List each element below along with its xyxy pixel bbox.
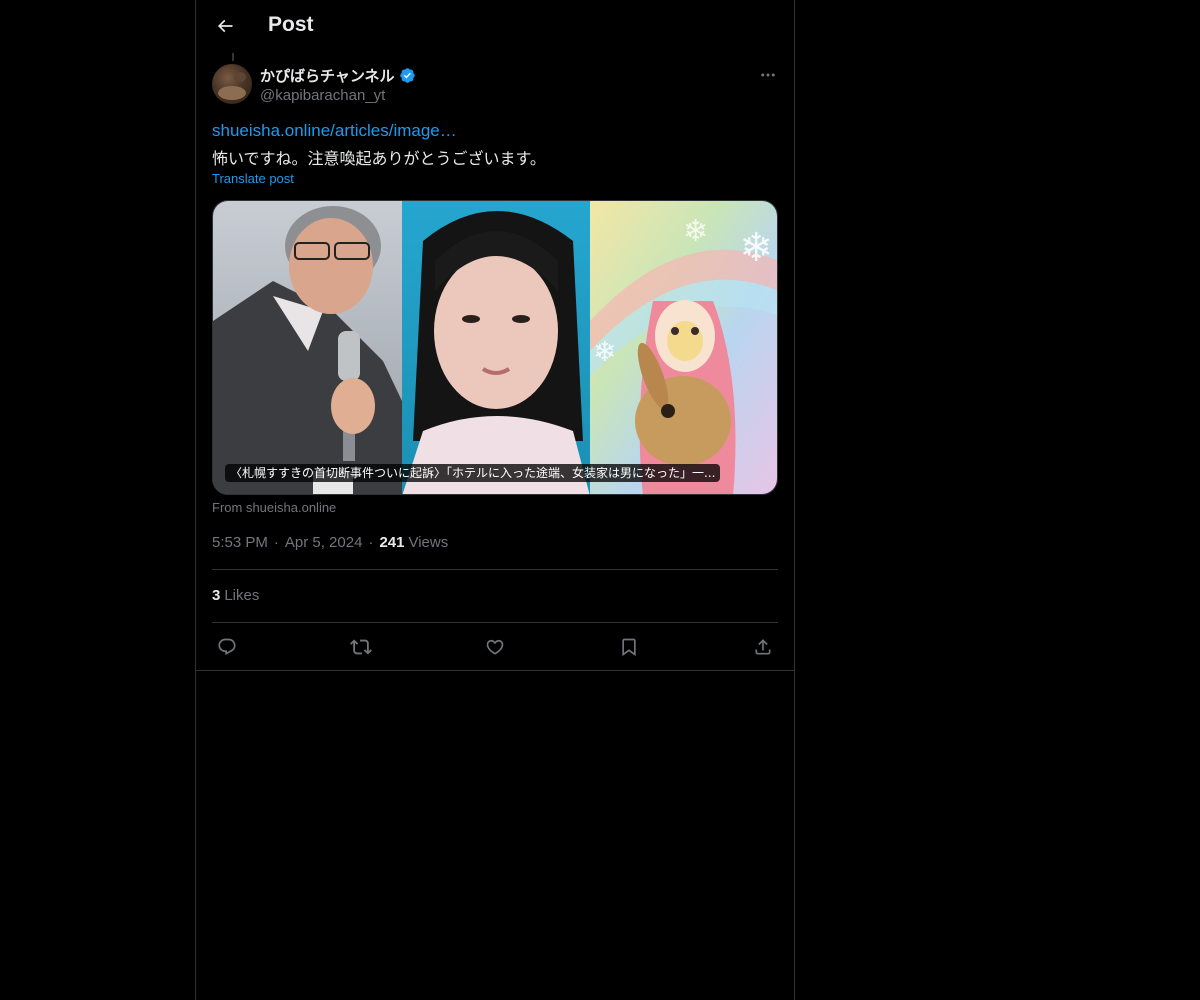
verified-badge-icon — [399, 68, 415, 83]
more-dots-icon — [761, 73, 775, 77]
repost-icon — [350, 639, 372, 655]
card-caption: 〈札幌すすきの首切断事件ついに起訴〉「ホテルに入った途端、女装家は男になった」一… — [225, 464, 721, 482]
author-name-text: かぴばらチャンネル — [260, 67, 395, 85]
post-meta: 5:53 PM · Apr 5, 2024 · 241 Views — [212, 534, 448, 551]
card-source[interactable]: From shueisha.online — [212, 500, 336, 515]
views-count: 241 — [379, 534, 405, 551]
post-detail-column: Post かぴばらチャンネル @kapibarachan_yt shueisha… — [195, 0, 795, 1000]
post-text: 怖いですね。注意喚起ありがとうございます。 — [212, 149, 546, 168]
likes-label: Likes — [224, 587, 260, 604]
action-bar — [212, 634, 778, 660]
meta-separator: · — [273, 534, 279, 551]
reply-button[interactable] — [212, 634, 242, 660]
author-handle[interactable]: @kapibarachan_yt — [260, 87, 385, 104]
post-link[interactable]: shueisha.online/articles/image… — [212, 121, 457, 141]
svg-text:❄: ❄ — [739, 225, 773, 271]
author-name[interactable]: かぴばらチャンネル — [260, 65, 416, 86]
views-label: Views — [408, 534, 449, 551]
thread-connector-line — [232, 53, 234, 61]
divider — [212, 622, 778, 623]
svg-text:❄: ❄ — [683, 214, 708, 249]
back-button[interactable] — [208, 9, 242, 43]
heart-icon — [486, 639, 504, 655]
share-button[interactable] — [748, 634, 778, 660]
translate-post-link[interactable]: Translate post — [212, 171, 294, 186]
page-title: Post — [268, 13, 314, 36]
svg-text:❄: ❄ — [593, 335, 616, 368]
share-icon — [755, 639, 771, 655]
likes-summary[interactable]: 3 Likes — [212, 587, 259, 604]
arrow-left-icon — [217, 19, 233, 33]
bookmark-button[interactable] — [614, 634, 644, 660]
post-time[interactable]: 5:53 PM — [212, 534, 268, 551]
more-options-button[interactable] — [756, 64, 780, 86]
likes-count: 3 — [212, 587, 221, 604]
like-button[interactable] — [480, 634, 510, 660]
post-header: Post — [196, 0, 794, 53]
meta-separator: · — [368, 534, 374, 551]
post-date[interactable]: Apr 5, 2024 — [285, 534, 363, 551]
post-bottom-border — [196, 670, 794, 671]
repost-button[interactable] — [346, 634, 376, 660]
link-card[interactable]: ❄ ❄ ❄ 〈札幌すすきの首切断事件ついに起訴〉「ホテルに入った途端、女装家は男… — [212, 200, 778, 495]
bookmark-icon — [622, 638, 636, 657]
card-image: ❄ ❄ ❄ — [213, 201, 777, 494]
reply-icon — [218, 638, 236, 656]
divider — [212, 569, 778, 570]
avatar[interactable] — [212, 64, 252, 104]
